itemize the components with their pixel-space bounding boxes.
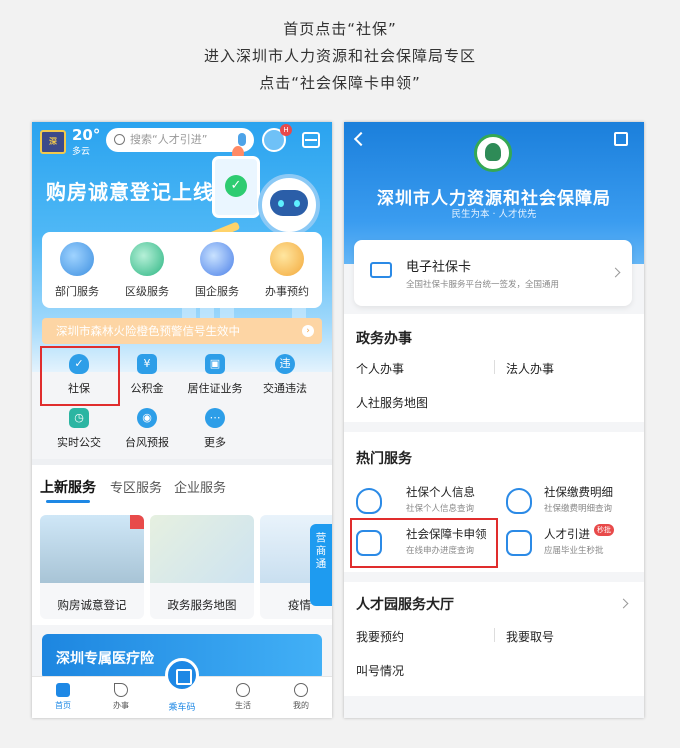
check-shield-icon — [506, 488, 532, 514]
item-corporate-affairs[interactable]: 法人办事 — [506, 360, 554, 377]
quick-service-appointment[interactable]: 办事预约 — [252, 242, 322, 299]
assistant-badge: H — [280, 124, 292, 136]
nav-mine[interactable]: 我的 — [276, 683, 326, 711]
soe-icon — [200, 242, 234, 276]
card-service-map[interactable]: 政务服务地图 — [150, 515, 254, 619]
share-icon[interactable] — [614, 132, 628, 146]
quick-service-department[interactable]: 部门服务 — [42, 242, 112, 299]
house-icon: ¥ — [137, 354, 157, 374]
caption-1: 首页点击“社保” — [283, 20, 397, 38]
tab-new-services[interactable]: 上新服务 — [40, 477, 96, 503]
business-side-tab[interactable]: 营商通 — [310, 524, 332, 606]
quick-services-card: 部门服务 区级服务 国企服务 办事预约 — [42, 232, 322, 308]
grid-item-more[interactable]: ⋯ 更多 — [180, 408, 250, 450]
quick-service-district[interactable]: 区级服务 — [112, 242, 182, 299]
right-phone-screenshot: 深圳市人力资源和社会保障局 民生为本 · 人才优先 电子社保卡 全国社保卡服务平… — [344, 122, 644, 718]
nav-life[interactable]: 生活 — [218, 683, 268, 711]
grid-item-residence-permit[interactable]: ▣ 居住证业务 — [180, 354, 250, 396]
hot-tag — [130, 515, 144, 529]
search-placeholder: 搜索“人才引进” — [130, 133, 208, 146]
chevron-right-icon[interactable] — [618, 598, 629, 609]
grid-item-housing-fund[interactable]: ¥ 公积金 — [112, 354, 182, 396]
banner-title: 购房诚意登记上线 — [46, 180, 214, 204]
gov-affairs-section: 政务办事 个人办事 法人办事 人社服务地图 — [344, 314, 644, 422]
fire-alert-bar[interactable]: 深圳市森林火险橙色预警信号生效中 › — [42, 318, 322, 344]
grid-item-typhoon-forecast[interactable]: ◉ 台风预报 — [112, 408, 182, 450]
item-make-appointment[interactable]: 我要预约 — [356, 628, 404, 645]
item-service-map[interactable]: 人社服务地图 — [356, 394, 428, 411]
grid-item-traffic-violation[interactable]: 违 交通违法 — [250, 354, 320, 396]
ride-code-label: 乘车码 — [168, 703, 196, 713]
robot-mascot — [258, 174, 320, 236]
service-cards: 购房诚意登记 政务服务地图 疫情 — [32, 507, 332, 625]
electronic-ss-card[interactable]: 电子社保卡 全国社保卡服务平台统一签发，全国通用 — [354, 240, 632, 306]
appointment-icon — [270, 242, 304, 276]
highlight-social-security — [40, 346, 120, 406]
department-icon — [60, 242, 94, 276]
bureau-slogan: 民生为本 · 人才优先 — [451, 209, 537, 220]
talent-icon — [506, 530, 532, 556]
send-icon — [114, 683, 128, 697]
instant-badge: 秒批 — [594, 524, 614, 536]
user-icon — [294, 683, 308, 697]
search-icon — [114, 134, 125, 145]
id-card-icon: ▣ — [205, 354, 225, 374]
traffic-icon: 违 — [275, 354, 295, 374]
item-queue-status[interactable]: 叫号情况 — [356, 662, 404, 679]
tab-enterprise-services[interactable]: 企业服务 — [174, 477, 226, 496]
quick-service-soe[interactable]: 国企服务 — [182, 242, 252, 299]
back-icon[interactable] — [353, 131, 369, 147]
item-take-number[interactable]: 我要取号 — [506, 628, 554, 645]
talent-hall-section: 人才园服务大厅 我要预约 我要取号 叫号情况 — [344, 582, 644, 696]
weather-temp: 20° — [72, 126, 101, 144]
nav-affairs[interactable]: 办事 — [96, 683, 146, 711]
left-phone-screenshot: 深 20° 多云 搜索“人才引进” H 购房诚意登记上线 ✓ 部门服务 区级服务… — [32, 122, 332, 718]
weather-logo-icon: 深 — [40, 130, 66, 154]
weather-desc: 多云 — [72, 147, 91, 157]
card-housing-registration[interactable]: 购房诚意登记 — [40, 515, 144, 619]
district-icon — [130, 242, 164, 276]
phone-check-illustration: ✓ — [212, 156, 260, 218]
more-icon: ⋯ — [205, 408, 225, 428]
item-personal-affairs[interactable]: 个人办事 — [356, 360, 404, 377]
search-input[interactable]: 搜索“人才引进” — [106, 128, 254, 152]
tab-zone-services[interactable]: 专区服务 — [110, 477, 162, 496]
card-icon — [370, 262, 392, 278]
bus-icon: ◷ — [69, 408, 89, 428]
arrow-right-icon: › — [302, 325, 314, 337]
person-shield-icon — [356, 488, 382, 514]
caption-3: 点击“社会保障卡申领” — [259, 74, 421, 92]
highlight-ss-card-apply — [350, 518, 498, 568]
service-tabs: 上新服务 专区服务 企业服务 — [32, 465, 332, 507]
home-icon — [56, 683, 70, 697]
bureau-emblem-icon — [474, 134, 512, 172]
heart-icon — [236, 683, 250, 697]
chevron-right-icon — [610, 267, 621, 278]
caption-2: 进入深圳市人力资源和社会保障局专区 — [203, 47, 476, 65]
grid-item-realtime-bus[interactable]: ◷ 实时公交 — [44, 408, 114, 450]
typhoon-icon: ◉ — [137, 408, 157, 428]
microphone-icon[interactable] — [238, 133, 246, 146]
nav-home[interactable]: 首页 — [38, 683, 88, 711]
ride-code-button[interactable] — [165, 658, 199, 692]
scan-icon[interactable] — [302, 132, 320, 148]
